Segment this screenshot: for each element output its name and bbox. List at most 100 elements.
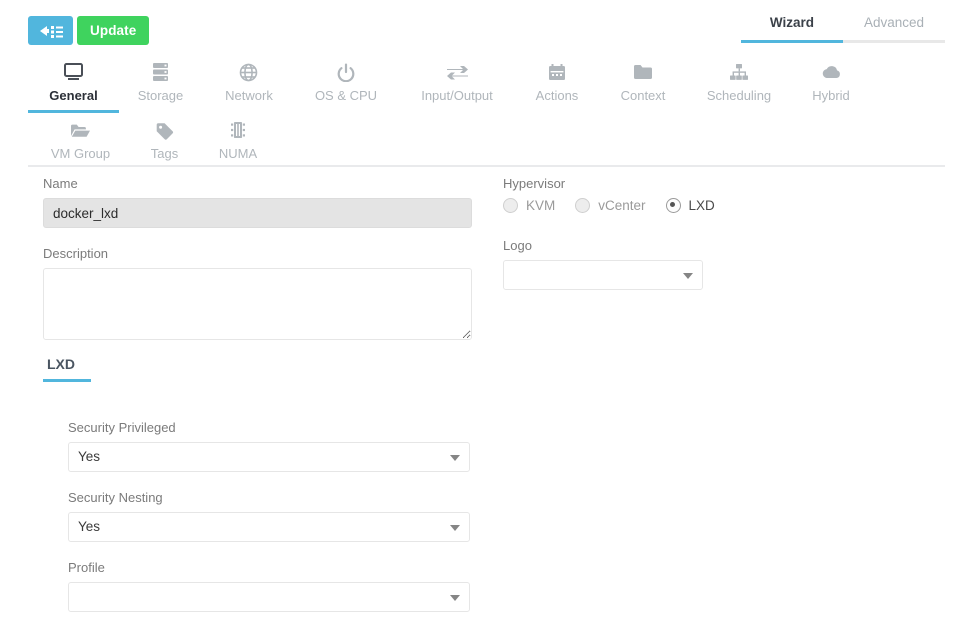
tab-network-underline <box>205 110 293 113</box>
tab-os-cpu-label: OS & CPU <box>314 88 378 103</box>
tab-general-label: General <box>49 88 98 103</box>
hypervisor-label: Hypervisor <box>503 176 566 191</box>
profile-select[interactable] <box>68 582 470 612</box>
security-privileged-select[interactable]: Yes <box>68 442 470 472</box>
hypervisor-option-kvm[interactable]: KVM <box>503 198 555 213</box>
exchange-icon <box>400 62 514 82</box>
chevron-down-icon <box>450 595 460 601</box>
description-label: Description <box>43 246 109 261</box>
tab-context-underline <box>604 110 682 113</box>
logo-label: Logo <box>503 238 532 253</box>
arrow-left-list-icon <box>38 24 64 38</box>
tab-scheduling[interactable]: Scheduling <box>692 62 786 113</box>
subtab-lxd-underline <box>43 379 91 382</box>
tab-vm-group-label: VM Group <box>50 146 111 161</box>
radio-icon <box>575 198 591 213</box>
form-left-column: Name Description <box>43 176 472 343</box>
power-icon <box>300 62 392 82</box>
tab-numa[interactable]: NUMA <box>207 120 269 171</box>
tab-hybrid[interactable]: Hybrid <box>795 62 867 113</box>
profile-field: Profile <box>68 560 470 612</box>
security-nesting-field: Security Nesting Yes <box>68 490 470 542</box>
top-action-bar: Update Wizard Advanced <box>0 0 973 60</box>
tab-actions-underline <box>518 110 596 113</box>
tab-vm-group-underline <box>43 168 118 171</box>
section-divider <box>28 165 945 167</box>
lxd-subtab-group: LXD <box>43 356 91 382</box>
security-privileged-field: Security Privileged Yes <box>68 420 470 472</box>
tab-input-output-underline <box>400 110 514 113</box>
name-label: Name <box>43 176 78 191</box>
tab-scheduling-label: Scheduling <box>706 88 772 103</box>
tab-input-output[interactable]: Input/Output <box>400 62 514 113</box>
tab-tags[interactable]: Tags <box>137 120 192 171</box>
chevron-down-icon <box>683 273 693 279</box>
server-stack-icon <box>125 62 196 82</box>
tab-numa-underline <box>207 168 269 171</box>
security-privileged-label: Security Privileged <box>68 420 176 435</box>
logo-select[interactable] <box>503 260 703 290</box>
form-right-column: Hypervisor KVM vCenter LXD Logo <box>503 176 933 290</box>
security-nesting-value: Yes <box>78 519 101 534</box>
sub-tab-row: VM Group Tags NUMA <box>0 120 973 166</box>
cloud-icon <box>795 62 867 82</box>
lxd-fields: Security Privileged Yes Security Nesting… <box>68 420 470 630</box>
tab-actions[interactable]: Actions <box>518 62 596 113</box>
hypervisor-radio-group: KVM vCenter LXD <box>503 198 933 213</box>
radio-icon-selected <box>665 198 681 213</box>
main-tab-row: General Storage Network OS & CPU Input/O… <box>0 62 973 114</box>
tab-storage-label: Storage <box>137 88 184 103</box>
tab-general-underline <box>28 110 119 113</box>
chevron-down-icon <box>450 455 460 461</box>
tab-os-cpu-underline <box>300 110 392 113</box>
tab-input-output-label: Input/Output <box>421 88 493 103</box>
tab-wizard-label: Wizard <box>769 15 815 30</box>
hypervisor-option-kvm-label: KVM <box>526 198 556 213</box>
tab-tags-underline <box>137 168 192 171</box>
tab-storage-underline <box>125 110 196 113</box>
description-textarea[interactable] <box>43 268 472 340</box>
security-privileged-value: Yes <box>78 449 101 464</box>
tab-tags-label: Tags <box>150 146 179 161</box>
tab-numa-label: NUMA <box>218 146 258 161</box>
tag-icon <box>137 120 192 140</box>
hypervisor-option-vcenter[interactable]: vCenter <box>575 198 646 213</box>
tab-storage[interactable]: Storage <box>125 62 196 113</box>
tab-network[interactable]: Network <box>205 62 293 113</box>
tab-scheduling-underline <box>692 110 786 113</box>
tab-os-cpu[interactable]: OS & CPU <box>300 62 392 113</box>
tab-wizard[interactable]: Wizard <box>741 15 843 54</box>
subtab-lxd[interactable]: LXD <box>43 356 79 379</box>
monitor-icon <box>28 62 119 82</box>
folder-open-icon <box>43 120 118 140</box>
calendar-icon <box>518 62 596 82</box>
tab-advanced-underline <box>843 40 945 43</box>
tab-advanced[interactable]: Advanced <box>843 15 945 54</box>
sitemap-icon <box>692 62 786 82</box>
mode-tabs: Wizard Advanced <box>741 15 945 54</box>
back-to-list-button[interactable] <box>28 16 73 45</box>
hypervisor-option-vcenter-label: vCenter <box>598 198 646 213</box>
radio-icon <box>503 198 518 213</box>
tab-wizard-underline <box>741 40 843 43</box>
tab-context-label: Context <box>620 88 666 103</box>
tab-context[interactable]: Context <box>604 62 682 113</box>
tab-actions-label: Actions <box>535 88 579 103</box>
tab-advanced-label: Advanced <box>863 15 925 30</box>
hypervisor-option-lxd[interactable]: LXD <box>665 198 715 213</box>
tab-hybrid-label: Hybrid <box>812 88 850 103</box>
folder-icon <box>604 62 682 82</box>
profile-label: Profile <box>68 560 105 575</box>
name-input[interactable] <box>43 198 472 228</box>
tab-vm-group[interactable]: VM Group <box>43 120 118 171</box>
hypervisor-option-lxd-label: LXD <box>688 198 715 213</box>
chevron-down-icon <box>450 525 460 531</box>
security-nesting-label: Security Nesting <box>68 490 163 505</box>
update-button[interactable]: Update <box>77 16 150 45</box>
tab-general[interactable]: General <box>28 62 119 113</box>
tab-hybrid-underline <box>795 110 867 113</box>
tab-network-label: Network <box>225 88 273 103</box>
globe-icon <box>205 62 293 82</box>
security-nesting-select[interactable]: Yes <box>68 512 470 542</box>
memory-chip-icon <box>207 120 269 140</box>
